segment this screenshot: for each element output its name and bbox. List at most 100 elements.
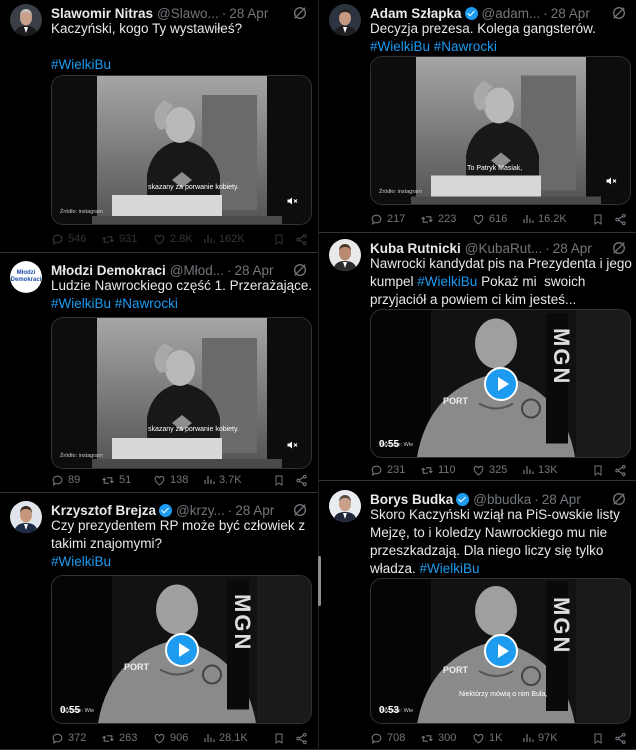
video-player[interactable]: skazany za porwanie kobiety. Źródło: inst… [51,317,312,469]
author-name[interactable]: Borys Budka [370,492,453,507]
reply-button[interactable]: 708 [370,732,420,745]
bookmark-button[interactable] [273,474,285,487]
repost-button[interactable]: 51 [101,474,153,487]
mute-icon[interactable] [285,438,299,456]
video-player[interactable]: To Patryk Masiak, Źródło: instagram [370,56,631,205]
reply-button[interactable]: 231 [370,464,420,477]
tweet[interactable]: Młodzi Demokraci Młodzi Demokraci @Młod... ·… [0,253,318,493]
grok-button[interactable] [292,502,308,518]
video-player[interactable]: MGN PORT YouTube: Wie 0:55 [370,309,631,458]
repost-button[interactable]: 263 [101,732,153,745]
bookmark-button[interactable] [592,732,604,745]
author-name[interactable]: Krzysztof Brejza [51,503,156,518]
author-handle[interactable]: @KubaRut... [465,241,543,256]
tweet[interactable]: Krzysztof Brejza @krzy... · 28 Apr Czy prezy… [0,493,318,750]
video-player[interactable]: MGN PORT YouTube: Wie 0:55 [51,575,312,724]
grok-button[interactable] [611,240,627,256]
avatar[interactable] [10,4,42,36]
repost-count: 51 [119,474,132,486]
repost-button[interactable]: 223 [420,213,472,226]
share-button[interactable] [614,464,627,477]
share-button[interactable] [295,474,308,487]
mute-icon[interactable] [604,174,618,192]
avatar[interactable] [329,4,361,36]
reply-button[interactable]: 372 [51,732,101,745]
author-handle[interactable]: @Slawo... [157,6,219,21]
like-button[interactable]: 2.8K [153,233,203,246]
share-button[interactable] [614,213,627,226]
author-handle[interactable]: @adam... [482,6,541,21]
author-handle[interactable]: @Młod... [170,263,224,278]
author-name[interactable]: Kuba Rutnicki [370,241,461,256]
avatar[interactable]: Młodzi Demokraci [10,261,42,293]
like-button[interactable]: 906 [153,732,203,745]
avatar[interactable] [10,501,42,533]
tweet[interactable]: Borys Budka @bbudka · 28 Apr Skoro Kaczyński… [319,481,636,750]
tweet-date[interactable]: 28 Apr [235,503,274,518]
like-button[interactable]: 616 [472,213,522,226]
avatar[interactable] [329,239,361,271]
repost-button[interactable]: 931 [101,233,153,246]
reply-button[interactable]: 89 [51,474,101,487]
play-icon[interactable] [483,366,518,401]
bookmark-button[interactable] [592,213,604,226]
grok-button[interactable] [292,262,308,278]
repost-button[interactable]: 110 [420,464,472,477]
author-name[interactable]: Młodzi Demokraci [51,263,166,278]
play-icon[interactable] [164,632,199,667]
tweet-date[interactable]: 28 Apr [542,492,581,507]
scrollbar[interactable] [318,556,321,606]
reply-button[interactable]: 546 [51,233,101,246]
reply-button[interactable]: 217 [370,213,420,226]
hashtag-link[interactable]: #WielkiBu [51,554,111,569]
tweet[interactable]: Adam Szłapka @adam... · 28 Apr Decyzja preze… [319,0,636,233]
author-handle[interactable]: @krzy... [176,503,225,518]
hashtag-link[interactable]: #WielkiBu [51,57,111,72]
tweet-date[interactable]: 28 Apr [235,263,274,278]
like-button[interactable]: 1K [472,732,522,745]
play-icon[interactable] [483,634,518,668]
like-button[interactable]: 138 [153,474,203,487]
author-handle[interactable]: @bbudka [473,492,531,507]
author-name[interactable]: Adam Szłapka [370,6,462,21]
hashtag-link[interactable]: #WielkiBu [420,561,480,576]
tweet[interactable]: Kuba Rutnicki @KubaRut... · 28 Apr Nawrocki … [319,233,636,481]
tweet-date[interactable]: 28 Apr [553,241,592,256]
like-button[interactable]: 325 [472,464,522,477]
grok-button[interactable] [292,5,308,21]
bookmark-button[interactable] [273,732,285,745]
views-button[interactable]: 13K [522,464,576,476]
views-button[interactable]: 16.2K [522,213,576,225]
views-button[interactable]: 3.7K [203,474,257,486]
views-button[interactable]: 28.1K [203,732,257,744]
repost-button[interactable]: 300 [420,732,472,745]
share-button[interactable] [295,233,308,246]
avatar[interactable] [329,490,361,522]
views-button[interactable]: 97K [522,732,576,744]
views-icon [522,732,534,744]
text-segment: takimi znajomymi? [51,536,163,551]
video-player[interactable]: skazany za porwanie kobiety. Źródło: inst… [51,75,312,225]
reply-icon [51,233,64,246]
hashtag-link[interactable]: #Nawrocki [434,39,497,54]
bookmark-button[interactable] [592,464,604,477]
tweet-date[interactable]: 28 Apr [551,6,590,21]
grok-button[interactable] [611,491,627,507]
repost-icon [101,732,115,745]
author-name[interactable]: Slawomir Nitras [51,6,153,21]
hashtag-link[interactable]: #WielkiBu [51,296,111,311]
mute-icon[interactable] [285,194,299,212]
hashtag-link[interactable]: #WielkiBu [417,274,477,289]
share-button[interactable] [614,732,627,745]
share-button[interactable] [295,732,308,745]
tweet-text-line: #WielkiBu #Nawrocki [51,295,310,313]
tweet[interactable]: Slawomir Nitras @Slawo... · 28 Apr Kaczyński… [0,0,318,253]
tweet-date[interactable]: 28 Apr [229,6,268,21]
grok-button[interactable] [611,5,627,21]
video-brand-text: MGN [549,597,574,655]
hashtag-link[interactable]: #Nawrocki [115,296,178,311]
hashtag-link[interactable]: #WielkiBu [370,39,430,54]
video-player[interactable]: MGN PORT Niektórzy mówią o nim Buła, YouTub… [370,578,631,724]
bookmark-button[interactable] [273,233,285,246]
views-button[interactable]: 162K [203,233,257,245]
